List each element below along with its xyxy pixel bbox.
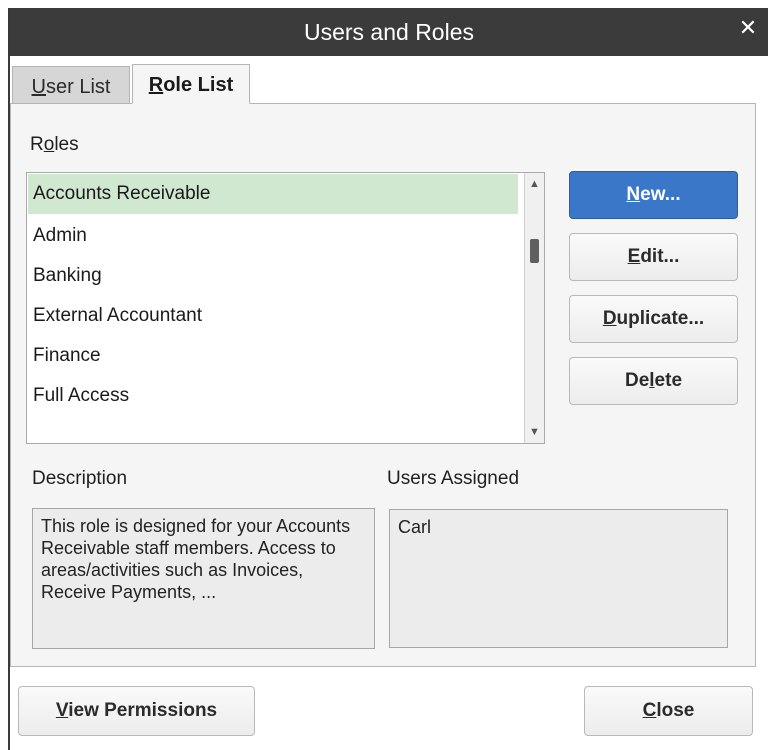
roles-listbox[interactable]: Accounts Receivable Admin Banking Extern…	[26, 172, 545, 444]
scroll-thumb[interactable]	[530, 239, 539, 263]
tab-role-list[interactable]: Role List	[132, 64, 250, 104]
role-item-admin[interactable]: Admin	[28, 216, 518, 256]
view-permissions-button[interactable]: View Permissions	[18, 686, 255, 736]
roles-label: Roles	[30, 134, 79, 155]
close-button[interactable]: Close	[584, 686, 753, 736]
assigned-user-item: Carl	[398, 517, 432, 537]
tab-user-list-key: U	[31, 76, 46, 98]
description-textbox: This role is designed for your Accounts …	[32, 508, 375, 649]
role-item-finance[interactable]: Finance	[28, 336, 518, 376]
roles-scrollbar[interactable]: ▲ ▼	[524, 173, 544, 443]
tab-user-list[interactable]: User List	[12, 66, 130, 104]
title-bar[interactable]: Users and Roles ✕	[10, 8, 768, 56]
scroll-up-arrow-icon[interactable]: ▲	[525, 175, 544, 193]
delete-role-button[interactable]: Delete	[569, 357, 738, 405]
users-assigned-label: Users Assigned	[387, 468, 520, 489]
users-assigned-box: Carl	[389, 509, 728, 648]
window-title: Users and Roles	[303, 19, 475, 45]
description-label: Description	[32, 468, 128, 489]
tab-role-list-key: R	[148, 74, 164, 96]
edit-role-button[interactable]: Edit...	[569, 233, 738, 281]
close-icon[interactable]: ✕	[736, 16, 760, 40]
role-item-accounts-receivable[interactable]: Accounts Receivable	[28, 174, 518, 214]
duplicate-role-button[interactable]: Duplicate...	[569, 295, 738, 343]
role-item-external-accountant[interactable]: External Accountant	[28, 296, 518, 336]
scroll-down-arrow-icon[interactable]: ▼	[525, 423, 544, 441]
role-item-banking[interactable]: Banking	[28, 256, 518, 296]
role-item-full-access[interactable]: Full Access	[28, 376, 518, 416]
new-role-button[interactable]: New...	[569, 171, 738, 219]
